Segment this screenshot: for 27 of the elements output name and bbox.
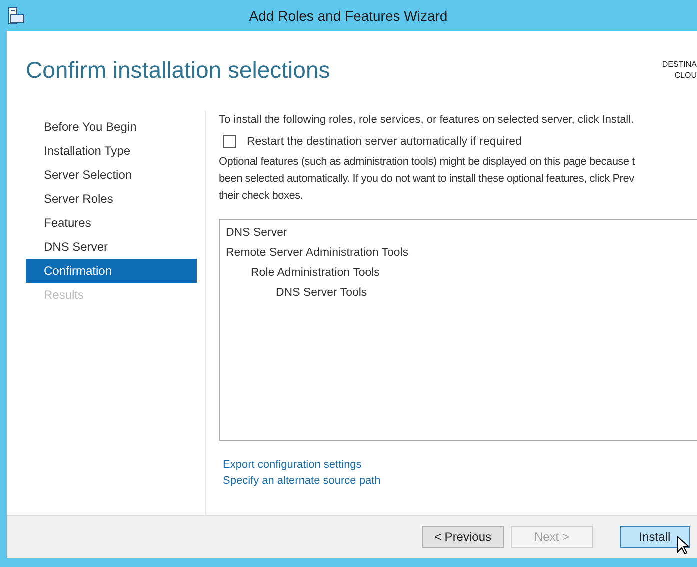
page-heading: Confirm installation selections [26, 57, 330, 85]
list-item: DNS Server [226, 227, 288, 239]
mouse-pointer-icon [677, 536, 689, 555]
link[interactable]: Specify an alternate source path [223, 473, 381, 489]
note-text: been selected automatically. If you do not want to install these optional features, click Prev [219, 172, 636, 187]
note-text: their check boxes. [219, 189, 304, 204]
wizard-step[interactable]: Server Roles [26, 187, 197, 211]
instruction-text: To install the following roles, role services, or features on selected server, click Install. [219, 114, 636, 126]
destination-label: CLOU [674, 70, 697, 81]
note-text: Optional features (such as administration tools) might be displayed on this page because t [219, 155, 636, 170]
list-item: Remote Server Administration Tools [226, 247, 409, 259]
wizard-step[interactable]: DNS Server [26, 235, 197, 259]
wizard-step[interactable]: Server Selection [26, 163, 197, 187]
wizard-step[interactable]: Before You Begin [26, 115, 197, 139]
destination-label: DESTINA [662, 59, 697, 70]
server-icon [8, 6, 26, 24]
window-title: Add Roles and Features Wizard [249, 8, 448, 24]
wizard-button[interactable]: Install [620, 526, 690, 548]
link[interactable]: Export configuration settings [223, 457, 362, 473]
checkbox-label: Restart the destination server automatically if required [247, 136, 522, 148]
list-item: Role Administration Tools [251, 267, 380, 279]
wizard-step[interactable]: Installation Type [26, 139, 197, 163]
checkbox[interactable] [223, 135, 236, 148]
list-item: DNS Server Tools [276, 287, 368, 299]
wizard-button[interactable]: < Previous [422, 526, 504, 548]
wizard-step[interactable]: Features [26, 211, 197, 235]
wizard-step[interactable]: Confirmation [26, 259, 197, 283]
